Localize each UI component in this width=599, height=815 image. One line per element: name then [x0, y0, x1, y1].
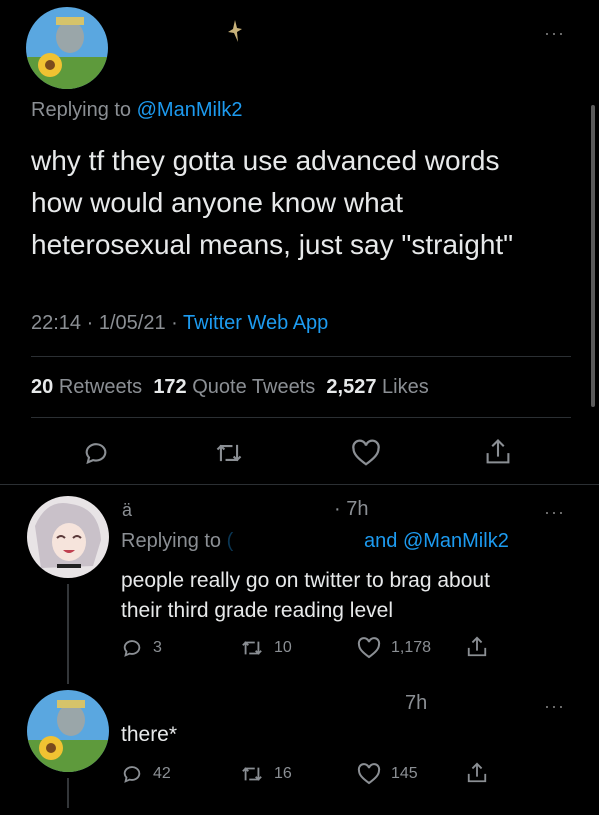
share-icon[interactable] [466, 635, 488, 659]
retweet-icon[interactable] [214, 439, 244, 467]
retweet-count: 16 [274, 765, 292, 782]
reply-button[interactable]: 3 [121, 637, 162, 659]
reply-text: people really go on twitter to brag abou… [121, 566, 581, 626]
like-count: 145 [391, 765, 418, 782]
replying-to: Replying to @ManMilk2 [31, 99, 243, 122]
reply-count: 3 [153, 639, 162, 656]
meta-separator: · [86, 312, 94, 334]
reply-button[interactable]: 42 [121, 763, 171, 785]
tweet-text-line: why tf they gotta use advanced words [31, 145, 500, 176]
avatar[interactable] [26, 7, 108, 89]
replying-to: Replying to ( [121, 530, 233, 553]
tweet-meta: 22:14 · 1/05/21 · Twitter Web App [31, 312, 328, 335]
likes-stat[interactable]: 2,527 Likes [326, 376, 428, 398]
like-icon[interactable] [351, 439, 381, 467]
like-icon [357, 763, 381, 785]
replying-to-label: Replying to [31, 99, 132, 121]
quote-tweets-stat[interactable]: 172 Quote Tweets [153, 376, 315, 398]
reply-icon [121, 763, 143, 785]
reply-time: · 7h [334, 498, 369, 520]
reply-text: there* [121, 723, 178, 746]
reply-time: 7h [405, 692, 428, 714]
retweet-count: 10 [274, 639, 292, 656]
retweet-button[interactable]: 16 [240, 763, 292, 785]
retweet-icon [240, 763, 264, 785]
like-count: 1,178 [391, 639, 432, 656]
tweet-date: 1/05/21 [98, 312, 166, 334]
reply-count: 42 [153, 765, 171, 782]
thread-line [67, 778, 69, 808]
replying-to-tail: and @ManMilk2 [364, 530, 509, 553]
more-options-icon[interactable]: ··· [544, 24, 565, 42]
divider [31, 417, 571, 418]
thread-line [67, 584, 69, 684]
tweet-text-line: heterosexual means, just say "straight" [31, 229, 514, 260]
like-icon [357, 637, 381, 659]
name-redaction: ä [122, 500, 133, 520]
redacted-handle[interactable]: ( [227, 530, 234, 552]
tweet-source[interactable]: Twitter Web App [183, 312, 328, 334]
replying-to-handle[interactable]: @ManMilk2 [137, 99, 243, 121]
reply-text-line: their third grade reading level [121, 599, 393, 622]
replying-to-label: Replying to [121, 530, 222, 552]
share-icon[interactable] [466, 761, 488, 785]
more-options-icon[interactable]: ··· [544, 503, 565, 521]
meta-separator: · [171, 312, 178, 334]
tweet-text: why tf they gotta use advanced words how… [31, 140, 586, 266]
divider [31, 356, 571, 357]
divider [0, 484, 599, 485]
like-button[interactable]: 1,178 [357, 637, 431, 659]
tweet-text-line: how would anyone know what [31, 187, 404, 218]
share-icon[interactable] [484, 437, 512, 467]
retweets-stat[interactable]: 20 Retweets [31, 376, 142, 398]
avatar[interactable] [27, 496, 109, 578]
username-redaction [228, 20, 242, 42]
replying-to-and: and [364, 530, 398, 552]
tweet-stats: 20 Retweets 172 Quote Tweets 2,527 Likes [31, 376, 429, 399]
scrollbar[interactable] [591, 105, 595, 407]
retweet-icon [240, 637, 264, 659]
more-options-icon[interactable]: ··· [544, 697, 565, 715]
avatar[interactable] [27, 690, 109, 772]
like-button[interactable]: 145 [357, 763, 418, 785]
retweet-button[interactable]: 10 [240, 637, 292, 659]
reply-icon [121, 637, 143, 659]
replying-to-handle[interactable]: @ManMilk2 [403, 530, 509, 552]
reply-text-line: people really go on twitter to brag abou… [121, 569, 490, 592]
tweet-time: 22:14 [31, 312, 82, 334]
reply-icon[interactable] [82, 439, 110, 467]
